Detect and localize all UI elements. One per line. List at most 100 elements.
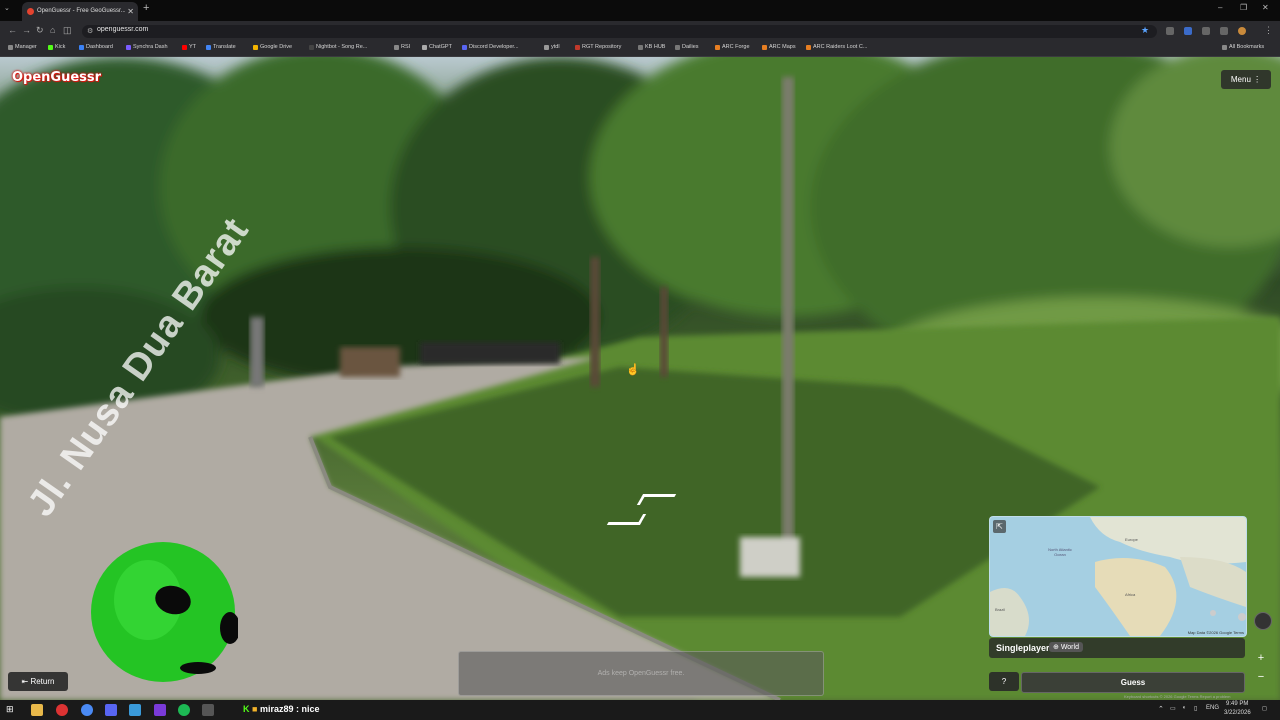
map-label-africa: Africa [1125, 592, 1136, 597]
world-map [990, 517, 1246, 636]
menu-button[interactable]: Menu ⋮ [1221, 70, 1271, 89]
extension-icon[interactable] [1202, 27, 1210, 35]
network-icon[interactable]: ▭ [1170, 705, 1176, 712]
game-mode-bar: Singleplayer ⊕ World [989, 638, 1245, 658]
zoom-out-icon[interactable]: − [1254, 670, 1268, 684]
browser-menu-icon[interactable]: ⋮ [1264, 25, 1273, 36]
chrome-icon[interactable] [81, 704, 93, 716]
tab-openguessr[interactable]: OpenGuessr - Free GeoGuessr... ✕ [22, 2, 138, 21]
bookmark-item[interactable]: Kick [48, 44, 65, 50]
download-icon[interactable] [1220, 27, 1228, 35]
bookmark-item[interactable]: Synchra Dash [126, 44, 168, 50]
bookmarks-bar: All Bookmarks Manager Kick Dashboard Synchr… [0, 42, 1280, 57]
chat-overlay: K ■ miraz89 : nice [243, 704, 320, 714]
language-indicator[interactable]: ENG [1206, 705, 1219, 711]
bookmark-item[interactable]: ARC Raiders Loot C... [806, 44, 867, 50]
tray-chevron-icon[interactable]: ⌃ [1158, 705, 1164, 713]
bookmark-favicon-icon [462, 44, 467, 50]
tab-strip: ⌄ OpenGuessr - Free GeoGuessr... ✕ + – ❐… [0, 0, 1280, 21]
bookmark-item[interactable]: ytdl [544, 44, 560, 50]
return-button[interactable]: ⇤ Return [8, 672, 68, 691]
bookmark-label: Google Drive [260, 44, 293, 50]
clock-date[interactable]: 3/22/2026 [1224, 710, 1251, 716]
bookmark-item[interactable]: RSI [394, 44, 410, 50]
address-bar-row: ← → ↻ ⌂ ◫ ⚙ openguessr.com ★ ⋮ [0, 21, 1280, 42]
bookmark-label: ARC Forge [722, 44, 750, 50]
windows-start-icon[interactable]: ⊞ [6, 704, 18, 716]
guess-button[interactable]: Guess [1021, 672, 1245, 693]
site-info-icon[interactable]: ⚙ [87, 27, 93, 35]
app-icon[interactable] [105, 704, 117, 716]
expand-map-icon[interactable]: ⇱ [993, 520, 1006, 533]
bookmark-label: Translate [213, 44, 236, 50]
forward-icon[interactable]: → [22, 25, 31, 35]
bookmark-item[interactable]: Translate [206, 44, 236, 50]
bookmark-label: Dailies [682, 44, 699, 50]
all-bookmarks[interactable]: All Bookmarks [1222, 44, 1264, 50]
spotify-icon[interactable] [178, 704, 190, 716]
bookmark-item[interactable]: ARC Forge [715, 44, 750, 50]
volume-icon[interactable]: ◖ [1182, 705, 1186, 711]
home-icon[interactable]: ⌂ [50, 25, 55, 35]
globe-icon: ⊕ [1053, 644, 1061, 651]
bookmark-item[interactable]: Google Drive [253, 44, 292, 50]
bookmark-favicon-icon [182, 44, 187, 50]
bookmark-label: Synchra Dash [133, 44, 168, 50]
extension-icon[interactable] [1166, 27, 1174, 35]
file-explorer-icon[interactable] [31, 704, 43, 716]
bookmark-label: ChatGPT [429, 44, 452, 50]
sidebar-icon[interactable]: ◫ [63, 25, 72, 36]
region-badge[interactable]: ⊕ World [1049, 642, 1083, 652]
bookmark-favicon-icon [715, 44, 720, 50]
bookmark-item[interactable]: Discord Developer... [462, 44, 519, 50]
bookmark-favicon-icon [79, 44, 84, 50]
move-forward-arrow[interactable] [636, 494, 677, 505]
app-icon[interactable] [154, 704, 166, 716]
guess-minimap[interactable]: North Atlantic Ocean Europe Africa Brazi… [989, 516, 1247, 637]
clock-time[interactable]: 9:49 PM [1226, 701, 1248, 707]
bookmark-favicon-icon [638, 44, 643, 50]
bookmark-favicon-icon [48, 44, 53, 50]
ad-banner[interactable]: Ads keep OpenGuessr free. [458, 651, 824, 696]
bookmark-item[interactable]: KB HUB [638, 44, 665, 50]
openguessr-logo[interactable]: OpenGuessr [12, 70, 101, 85]
compass-icon[interactable] [1254, 612, 1272, 630]
bookmark-label: Dashboard [86, 44, 113, 50]
tab-search-icon[interactable]: ⌄ [4, 4, 10, 12]
app-icon[interactable] [202, 704, 214, 716]
help-button[interactable]: ? [989, 672, 1019, 691]
url-field[interactable]: ⚙ openguessr.com [82, 25, 1157, 38]
bookmark-item[interactable]: Dailies [675, 44, 699, 50]
bookmark-item[interactable]: ChatGPT [422, 44, 452, 50]
bookmark-favicon-icon [253, 44, 258, 50]
notification-icon[interactable]: ◻ [1262, 705, 1267, 712]
tab-title: OpenGuessr - Free GeoGuessr... [37, 8, 125, 14]
back-icon[interactable]: ← [8, 25, 17, 35]
close-tab-icon[interactable]: ✕ [127, 2, 134, 21]
reload-icon[interactable]: ↻ [36, 25, 44, 36]
battery-icon[interactable]: ▯ [1194, 705, 1197, 712]
bookmark-item[interactable]: YT [182, 44, 196, 50]
bookmark-item[interactable]: Manager [8, 44, 37, 50]
move-back-arrow[interactable] [606, 514, 647, 525]
close-window-button[interactable]: ✕ [1262, 3, 1269, 12]
minimize-button[interactable]: – [1218, 3, 1222, 12]
chat-username: miraz89 [259, 704, 294, 714]
bookmark-favicon-icon [8, 44, 13, 50]
mouse-cursor-icon: ☝ [626, 364, 640, 376]
zoom-in-icon[interactable]: + [1254, 651, 1268, 665]
app-icon[interactable] [56, 704, 68, 716]
app-icon[interactable] [129, 704, 141, 716]
bookmark-item[interactable]: Dashboard [79, 44, 113, 50]
profile-avatar[interactable] [1238, 27, 1246, 35]
new-tab-button[interactable]: + [143, 2, 149, 14]
bookmark-item[interactable]: RGT Repository [575, 44, 621, 50]
maximize-button[interactable]: ❐ [1240, 3, 1247, 12]
guess-controls: ? Guess [989, 672, 1245, 693]
bookmark-star-icon[interactable]: ★ [1141, 25, 1149, 36]
bookmark-favicon-icon [126, 44, 131, 50]
extension-icon[interactable] [1184, 27, 1192, 35]
bookmark-label: RSI [401, 44, 411, 50]
bookmark-item[interactable]: ARC Maps [762, 44, 796, 50]
bookmark-item[interactable]: Nightbot - Song Re... [309, 44, 367, 50]
